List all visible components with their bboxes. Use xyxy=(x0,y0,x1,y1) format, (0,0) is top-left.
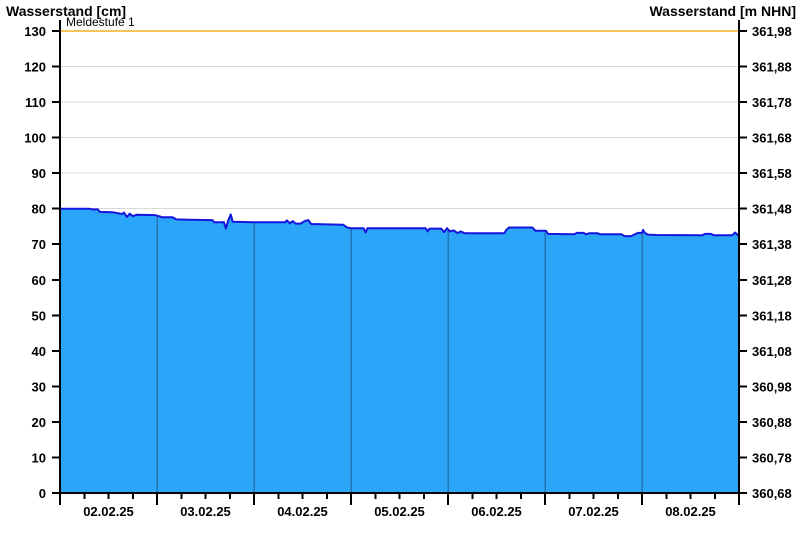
threshold-label: Meldestufe 1 xyxy=(66,15,135,29)
left-axis-ticks: 0 10 20 30 40 50 60 70 80 90 100 110 120 130 xyxy=(24,24,60,501)
left-tick-label: 80 xyxy=(32,202,46,217)
x-axis-ticks: 02.02.25 03.02.25 04.02.25 05.02.25 06.02.25… xyxy=(59,493,740,519)
left-tick-label: 70 xyxy=(32,237,46,252)
x-axis-date-label: 04.02.25 xyxy=(277,504,328,519)
left-tick-label: 50 xyxy=(32,308,46,323)
x-axis-date-label: 02.02.25 xyxy=(83,504,134,519)
right-tick-label: 361,08 xyxy=(752,344,792,359)
left-tick-label: 60 xyxy=(32,273,46,288)
left-tick-label: 120 xyxy=(24,60,46,75)
left-tick-label: 40 xyxy=(32,344,46,359)
right-tick-label: 361,78 xyxy=(752,95,792,110)
chart-canvas: 0102030405060708090100110120130360,68360… xyxy=(24,20,792,519)
left-tick-label: 130 xyxy=(24,24,46,39)
water-level-area xyxy=(60,208,739,493)
x-axis-date-label: 08.02.25 xyxy=(665,504,716,519)
right-tick-label: 361,38 xyxy=(752,237,792,252)
right-tick-label: 360,98 xyxy=(752,379,792,394)
right-tick-label: 360,78 xyxy=(752,450,792,465)
x-axis-date-label: 03.02.25 xyxy=(180,504,231,519)
right-tick-label: 361,88 xyxy=(752,60,792,75)
left-tick-label: 30 xyxy=(32,379,46,394)
right-tick-label: 360,68 xyxy=(752,486,792,501)
right-axis-ticks: 360,68 360,78 360,88 360,98 361,08 361,18 361,… xyxy=(739,24,792,501)
x-axis-date-label: 05.02.25 xyxy=(374,504,425,519)
left-tick-label: 100 xyxy=(24,131,46,146)
x-axis-date-label: 07.02.25 xyxy=(568,504,619,519)
left-tick-label: 20 xyxy=(32,415,46,430)
left-tick-label: 10 xyxy=(32,450,46,465)
right-tick-label: 361,28 xyxy=(752,273,792,288)
right-tick-label: 360,88 xyxy=(752,415,792,430)
left-tick-label: 90 xyxy=(32,166,46,181)
right-tick-label: 361,68 xyxy=(752,131,792,146)
right-tick-label: 361,48 xyxy=(752,202,792,217)
left-tick-label: 110 xyxy=(25,95,46,110)
right-tick-label: 361,58 xyxy=(752,166,792,181)
x-axis-date-label: 06.02.25 xyxy=(471,504,522,519)
right-tick-label: 361,18 xyxy=(752,308,792,323)
left-tick-label: 0 xyxy=(39,486,46,501)
right-tick-label: 361,98 xyxy=(752,24,792,39)
water-level-chart: Wasserstand [cm] Wasserstand [m NHN] 0 10… xyxy=(0,0,800,550)
